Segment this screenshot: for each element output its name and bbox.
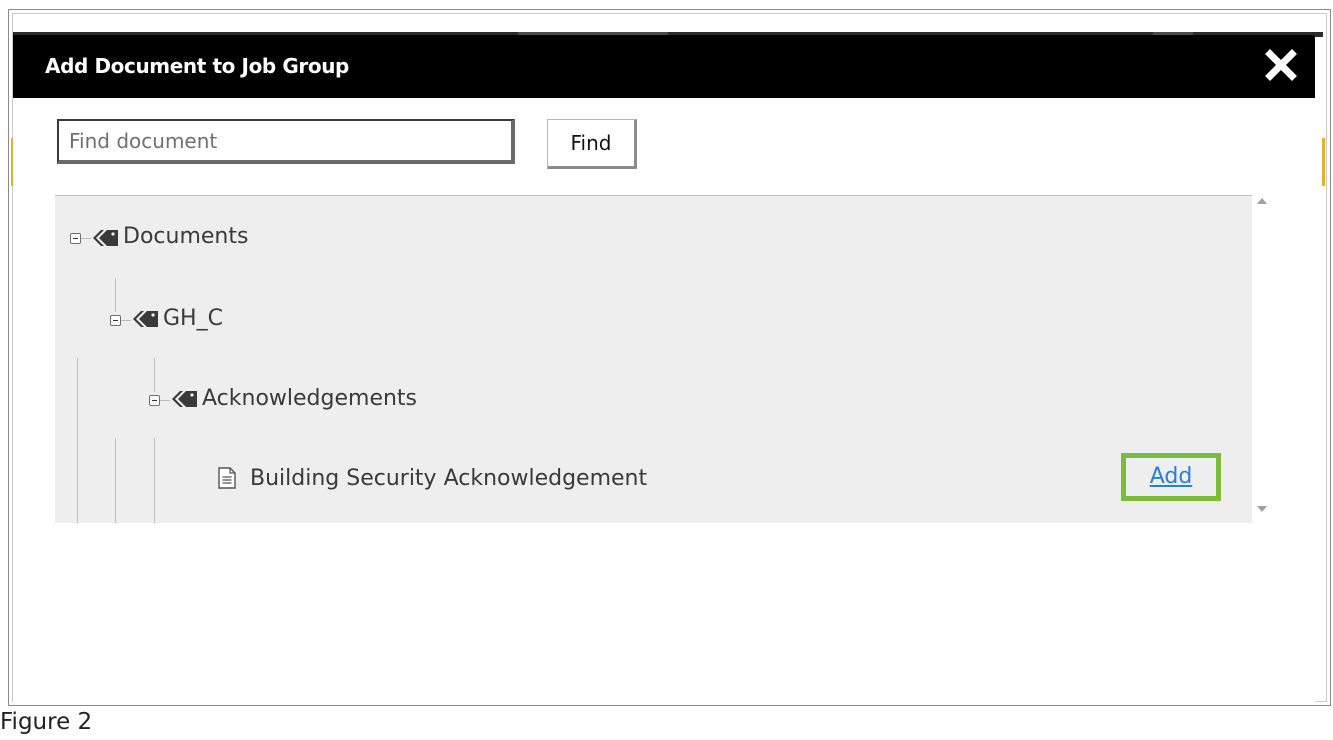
tree-guide-line — [115, 438, 116, 523]
find-button[interactable]: Find — [547, 119, 637, 169]
tree-connector — [154, 358, 155, 392]
tag-icon — [172, 391, 197, 407]
tree-connector — [160, 400, 170, 401]
dialog-titlebar: Add Document to Job Group — [13, 35, 1315, 98]
tag-icon — [93, 230, 118, 246]
tree-node-gh-c[interactable]: GH_C — [163, 306, 223, 331]
document-icon — [218, 467, 236, 489]
tree-guide-line — [154, 438, 155, 523]
find-document-input[interactable] — [57, 119, 515, 164]
tag-icon — [133, 311, 158, 327]
tree-guide-line — [77, 358, 78, 523]
tree-node-building-security-acknowledgement[interactable]: Building Security Acknowledgement — [250, 466, 647, 491]
collapse-acknowledgements-toggle[interactable] — [149, 395, 160, 406]
document-tree: Documents GH_C Acknowledgements Building… — [55, 195, 1252, 523]
tree-connector — [81, 238, 91, 239]
collapse-documents-toggle[interactable] — [70, 233, 81, 244]
add-document-link[interactable]: Add — [1126, 458, 1216, 496]
tree-node-documents[interactable]: Documents — [123, 224, 248, 249]
collapse-gh-c-toggle[interactable] — [110, 315, 121, 326]
add-document-dialog: Add Document to Job Group Find Documents — [13, 35, 1315, 705]
add-highlight-box: Add — [1121, 453, 1221, 501]
scroll-down-arrow-icon[interactable] — [1257, 506, 1267, 512]
figure-caption: Figure 2 — [0, 709, 93, 735]
tree-connector — [121, 320, 131, 321]
tree-node-acknowledgements[interactable]: Acknowledgements — [202, 386, 417, 411]
background-accent-right — [1322, 138, 1325, 186]
scroll-up-arrow-icon[interactable] — [1257, 198, 1267, 204]
close-icon[interactable] — [1259, 43, 1303, 87]
tree-connector — [115, 278, 116, 312]
dialog-title: Add Document to Job Group — [45, 54, 349, 78]
